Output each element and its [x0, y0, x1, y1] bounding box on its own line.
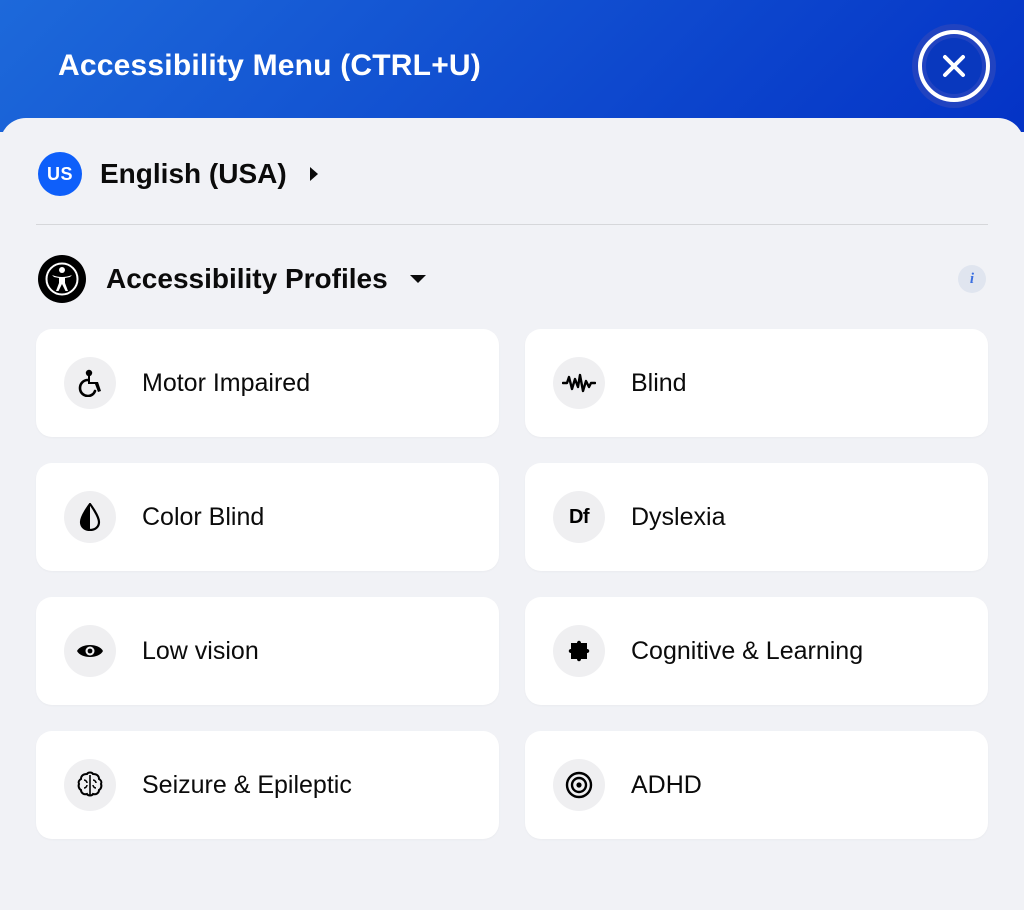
profiles-header: Accessibility Profiles i — [36, 225, 988, 329]
profile-card-blind[interactable]: Blind — [525, 329, 988, 437]
eye-icon — [64, 625, 116, 677]
profile-label: Cognitive & Learning — [631, 637, 863, 666]
panel: US English (USA) Accessibility Profiles … — [0, 118, 1024, 839]
profile-label: Motor Impaired — [142, 369, 310, 398]
df-glyph: Df — [569, 506, 589, 529]
language-label: English (USA) — [100, 158, 287, 190]
accessibility-icon — [38, 255, 86, 303]
df-icon: Df — [553, 491, 605, 543]
profile-label: Low vision — [142, 637, 259, 666]
profile-card-adhd[interactable]: ADHD — [525, 731, 988, 839]
profiles-title: Accessibility Profiles — [106, 263, 388, 295]
wheelchair-icon — [64, 357, 116, 409]
language-selector[interactable]: US English (USA) — [36, 146, 988, 225]
profile-label: ADHD — [631, 771, 702, 800]
menu-title: Accessibility Menu (CTRL+U) — [58, 49, 481, 83]
profiles-toggle[interactable]: Accessibility Profiles — [38, 255, 428, 303]
profiles-grid: Motor Impaired Blind Color Blind Df — [36, 329, 988, 839]
brain-icon — [64, 759, 116, 811]
chevron-down-icon — [408, 272, 428, 286]
profile-card-dyslexia[interactable]: Df Dyslexia — [525, 463, 988, 571]
profile-card-seizure-epileptic[interactable]: Seizure & Epileptic — [36, 731, 499, 839]
info-button[interactable]: i — [958, 265, 986, 293]
chevron-right-icon — [307, 165, 321, 183]
wave-icon — [553, 357, 605, 409]
profile-card-motor-impaired[interactable]: Motor Impaired — [36, 329, 499, 437]
close-inner — [926, 38, 982, 94]
flag-badge: US — [38, 152, 82, 196]
close-button[interactable] — [912, 24, 996, 108]
target-icon — [553, 759, 605, 811]
profile-label: Color Blind — [142, 503, 264, 532]
close-ring — [918, 30, 990, 102]
profile-label: Dyslexia — [631, 503, 725, 532]
profile-card-low-vision[interactable]: Low vision — [36, 597, 499, 705]
close-icon — [940, 52, 968, 80]
droplet-icon — [64, 491, 116, 543]
puzzle-icon — [553, 625, 605, 677]
profile-card-cognitive-learning[interactable]: Cognitive & Learning — [525, 597, 988, 705]
profile-card-color-blind[interactable]: Color Blind — [36, 463, 499, 571]
menu-header: Accessibility Menu (CTRL+U) — [0, 0, 1024, 132]
profile-label: Blind — [631, 369, 687, 398]
profile-label: Seizure & Epileptic — [142, 771, 352, 800]
